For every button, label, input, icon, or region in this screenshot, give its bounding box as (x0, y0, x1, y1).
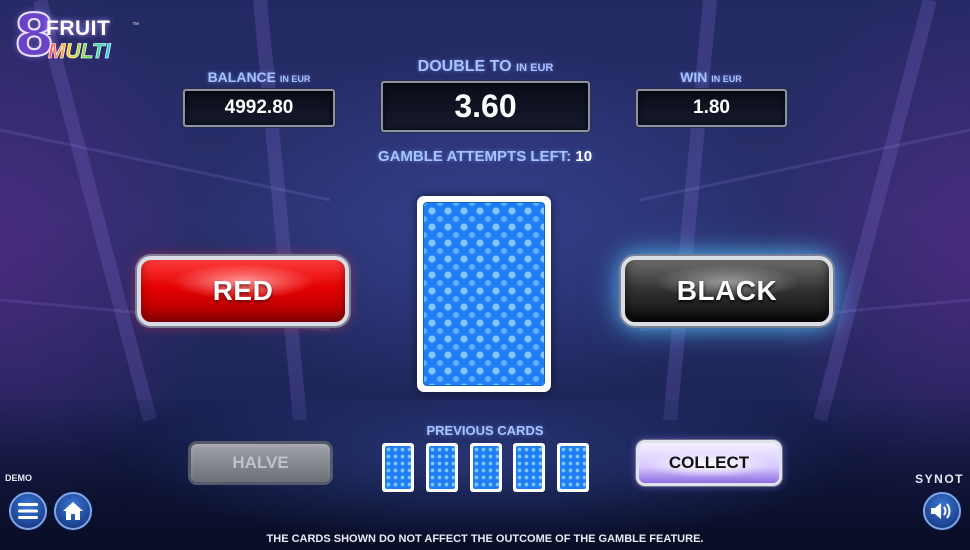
previous-card-3 (470, 443, 502, 492)
brand-logo: SYNOT (915, 472, 964, 486)
previous-card-pattern (429, 446, 455, 489)
win-unit: IN EUR (711, 74, 742, 84)
card-back-pattern (423, 202, 545, 386)
home-button[interactable] (54, 492, 92, 530)
double-to-unit: IN EUR (516, 62, 554, 74)
disclaimer-text: THE CARDS SHOWN DO NOT AFFECT THE OUTCOM… (266, 533, 704, 545)
current-card-back (417, 196, 551, 392)
double-to-label: DOUBLE TO IN EUR (381, 58, 590, 76)
double-to-label-text: DOUBLE TO (417, 58, 512, 75)
balance-label: BALANCE IN EUR (184, 69, 334, 85)
previous-card-pattern (385, 446, 411, 489)
previous-card-4 (513, 443, 545, 492)
double-to-display: 3.60 (381, 81, 590, 132)
game-logo: 8 FRUIT MULTI ™ (13, 5, 139, 70)
gamble-attempts: GAMBLE ATTEMPTS LEFT: 10 (0, 148, 970, 165)
logo-fruit: FRUIT (46, 17, 111, 40)
previous-card-5 (557, 443, 589, 492)
gamble-attempts-value: 10 (575, 148, 593, 165)
collect-button[interactable]: COLLECT (636, 440, 782, 486)
balance-value: 4992.80 (224, 97, 294, 118)
balance-label-text: BALANCE (207, 69, 277, 85)
previous-card-pattern (516, 446, 542, 489)
previous-card-2 (426, 443, 458, 492)
balance-display: 4992.80 (183, 89, 335, 127)
home-icon (63, 502, 83, 520)
win-label-text: WIN (680, 69, 708, 85)
win-display: 1.80 (636, 89, 787, 127)
previous-card-1 (382, 443, 414, 492)
balance-unit: IN EUR (279, 74, 311, 84)
speaker-icon (931, 503, 951, 519)
demo-label: DEMO (5, 473, 32, 483)
logo-multi: MULTI (48, 40, 111, 64)
halve-button[interactable]: HALVE (188, 441, 333, 485)
menu-icon (18, 503, 38, 519)
win-label: WIN IN EUR (636, 69, 786, 85)
previous-card-pattern (473, 446, 499, 489)
menu-button[interactable] (9, 492, 47, 530)
previous-card-pattern (560, 446, 586, 489)
sound-button[interactable] (923, 492, 961, 530)
previous-cards-label: PREVIOUS CARDS (426, 423, 544, 438)
double-to-value: 3.60 (454, 88, 517, 124)
red-button[interactable]: RED (137, 256, 349, 326)
black-button[interactable]: BLACK (621, 256, 833, 326)
logo-trademark: ™ (132, 22, 139, 29)
gamble-attempts-label: GAMBLE ATTEMPTS LEFT: (377, 148, 572, 165)
win-value: 1.80 (693, 97, 730, 118)
